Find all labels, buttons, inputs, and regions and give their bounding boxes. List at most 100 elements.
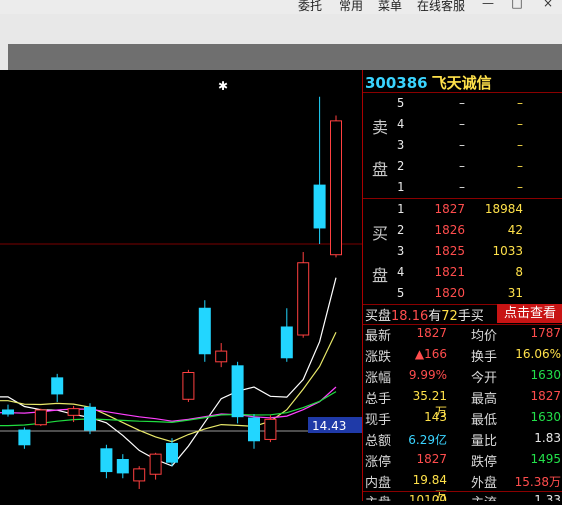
candle-body	[133, 468, 146, 482]
candlestick[interactable]	[116, 454, 129, 479]
candlestick[interactable]	[264, 415, 277, 443]
stat-label: 涨跌	[365, 350, 392, 365]
stock-name: 飞天诚信	[431, 74, 492, 92]
candlestick[interactable]	[149, 452, 162, 480]
stat-label: 换手	[471, 350, 498, 365]
menu-menu[interactable]: 菜单	[378, 0, 402, 14]
candlestick[interactable]	[330, 115, 342, 258]
orderbook-level: 4	[397, 117, 405, 131]
candlestick[interactable]	[133, 466, 146, 489]
stat-value: 1787	[530, 326, 561, 340]
candlestick[interactable]	[34, 408, 47, 427]
stat-value: 1630	[530, 368, 561, 382]
orderbook-price[interactable]: –	[425, 117, 465, 131]
stat-label: 总额	[365, 434, 392, 449]
candle-body	[166, 442, 178, 463]
orderbook-price[interactable]: 1820	[425, 286, 465, 300]
close-icon[interactable]: ×	[534, 0, 562, 10]
bid-info: 买盘18.16有72手买	[365, 305, 484, 324]
candle-body	[51, 377, 64, 395]
kline-chart[interactable]: ✱ 14.43	[0, 70, 362, 501]
orderbook-volume: –	[517, 96, 523, 110]
minimize-icon[interactable]: —	[474, 0, 502, 10]
candlestick[interactable]	[166, 438, 178, 467]
candle-body	[248, 417, 260, 442]
orderbook-level: 1	[397, 180, 405, 194]
candle-body	[330, 120, 342, 256]
candlestick[interactable]	[297, 252, 310, 338]
stat-label: 现手	[365, 413, 392, 428]
stat-label: 外盘	[471, 476, 498, 491]
orderbook-price[interactable]: –	[425, 180, 465, 194]
orderbook-price[interactable]: –	[425, 159, 465, 173]
stat-value: 6.29亿	[408, 433, 447, 447]
divider	[363, 324, 562, 325]
stat-label: 量比	[471, 434, 498, 449]
candle-body	[231, 365, 244, 418]
stat-label: 内盘	[365, 476, 392, 491]
sell-label-bottom: 盘	[372, 160, 389, 179]
orderbook-price[interactable]: –	[425, 96, 465, 110]
stat-label: 涨停	[365, 455, 392, 470]
orderbook-price[interactable]: 1826	[425, 223, 465, 237]
candlestick[interactable]	[198, 300, 211, 362]
candle-body	[2, 409, 14, 415]
candlestick[interactable]	[248, 413, 260, 449]
candlestick[interactable]	[2, 404, 14, 417]
candlestick[interactable]	[182, 369, 195, 402]
orderbook-level: 4	[397, 265, 405, 279]
view-details-button[interactable]: 点击查看	[497, 304, 562, 323]
stat-value: 1827	[530, 389, 561, 403]
orderbook-level: 2	[397, 159, 405, 173]
candle-body	[198, 307, 211, 355]
candle-body	[264, 418, 277, 440]
candle-body	[215, 350, 228, 363]
orderbook-volume: 1033	[492, 244, 523, 258]
candle-body	[84, 406, 96, 431]
stat-label: 主盘	[365, 492, 391, 501]
orderbook-price[interactable]: 1827	[425, 202, 465, 216]
candlestick[interactable]	[280, 308, 293, 362]
stat-value: 10100	[408, 493, 447, 501]
menu-common[interactable]: 常用	[339, 0, 363, 14]
stat-label: 最高	[471, 392, 498, 407]
candlestick[interactable]	[18, 427, 31, 449]
candlestick[interactable]	[313, 96, 326, 245]
stat-value: 1.83	[534, 431, 561, 445]
candle-body	[149, 453, 162, 475]
orderbook-volume: –	[517, 180, 523, 194]
maximize-icon[interactable]: □	[503, 0, 531, 10]
stat-value: 1827	[416, 326, 447, 340]
candle-body	[34, 409, 47, 426]
candlestick[interactable]	[231, 361, 244, 424]
bid-info-count: 72	[441, 309, 458, 324]
orderbook-level: 3	[397, 138, 405, 152]
candle-body	[297, 262, 310, 336]
stat-label: 最新	[365, 329, 392, 344]
candlestick[interactable]	[51, 373, 64, 402]
stat-label: 主流	[471, 492, 497, 501]
candlestick[interactable]	[215, 343, 228, 368]
kline-svg: ✱ 14.43	[0, 79, 362, 489]
candle-body	[18, 429, 31, 446]
menu-bar: 委托 常用 菜单 在线客服 — □ ×	[0, 0, 562, 14]
orderbook-level: 5	[397, 286, 405, 300]
orderbook-price[interactable]: 1825	[425, 244, 465, 258]
orderbook-volume: 31	[507, 286, 523, 300]
stat-label: 总手	[365, 392, 392, 407]
orderbook-volume: 18984	[484, 202, 523, 216]
orderbook-price[interactable]: –	[425, 138, 465, 152]
stat-value: 9.99%	[408, 368, 447, 382]
menu-entrust[interactable]: 委托	[298, 0, 322, 14]
bid-info-mid: 有	[428, 309, 442, 324]
orderbook-volume: –	[517, 138, 523, 152]
bid-info-price: 18.16	[391, 309, 429, 324]
orderbook-price[interactable]: 1821	[425, 265, 465, 279]
toolbar-panel	[8, 44, 562, 70]
candlestick[interactable]	[100, 444, 113, 479]
stat-label: 最低	[471, 413, 498, 428]
divider	[363, 92, 562, 93]
menu-online-service[interactable]: 在线客服	[417, 0, 465, 14]
candle-body	[313, 184, 326, 229]
candlestick[interactable]	[84, 403, 96, 435]
